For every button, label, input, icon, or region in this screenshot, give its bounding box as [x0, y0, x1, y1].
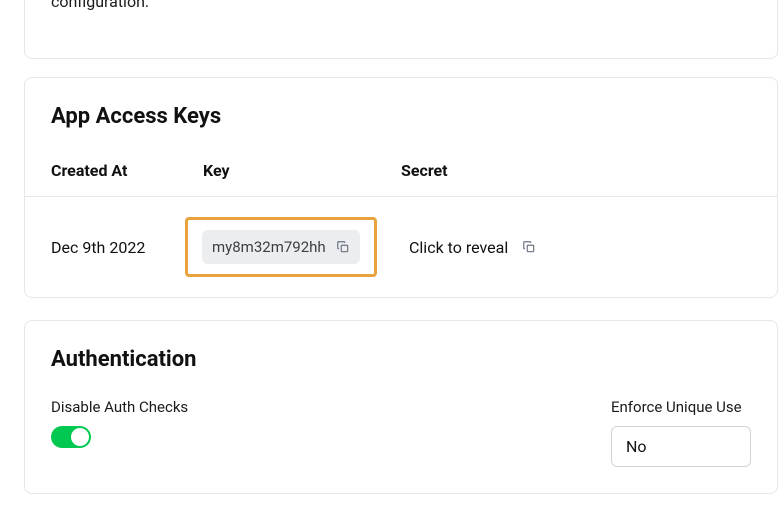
table-row: Dec 9th 2022 my8m32m792hh Click to revea… — [25, 197, 777, 297]
cell-created-at: Dec 9th 2022 — [51, 238, 203, 257]
disable-auth-label: Disable Auth Checks — [51, 398, 188, 416]
config-card-partial: configuration. — [24, 0, 778, 59]
toggle-knob — [71, 428, 89, 446]
enforce-unique-label: Enforce Unique Use — [611, 398, 751, 416]
secret-reveal-button[interactable]: Click to reveal — [409, 238, 508, 257]
disable-auth-toggle[interactable] — [51, 426, 91, 448]
disable-auth-group: Disable Auth Checks — [51, 398, 188, 448]
authentication-row: Disable Auth Checks Enforce Unique Use N… — [51, 398, 751, 467]
column-header-created-at: Created At — [51, 161, 203, 180]
key-chip[interactable]: my8m32m792hh — [202, 230, 360, 264]
table-header: Created At Key Secret — [25, 151, 777, 197]
app-access-keys-card: App Access Keys Created At Key Secret De… — [24, 77, 778, 298]
access-keys-table: Created At Key Secret Dec 9th 2022 my8m3… — [25, 151, 777, 297]
enforce-unique-select[interactable]: No — [611, 426, 751, 467]
cell-secret: Click to reveal — [401, 238, 751, 257]
key-value: my8m32m792hh — [212, 238, 326, 256]
key-highlight-box: my8m32m792hh — [185, 217, 377, 277]
copy-icon[interactable] — [522, 240, 536, 254]
column-header-key: Key — [203, 161, 401, 180]
authentication-title: Authentication — [51, 347, 751, 372]
authentication-card: Authentication Disable Auth Checks Enfor… — [24, 320, 778, 494]
column-header-secret: Secret — [401, 161, 751, 180]
config-text-tail: configuration. — [51, 0, 751, 14]
copy-icon[interactable] — [336, 240, 350, 254]
access-keys-title: App Access Keys — [25, 104, 777, 151]
enforce-unique-group: Enforce Unique Use No — [611, 398, 751, 467]
cell-key: my8m32m792hh — [203, 217, 401, 277]
